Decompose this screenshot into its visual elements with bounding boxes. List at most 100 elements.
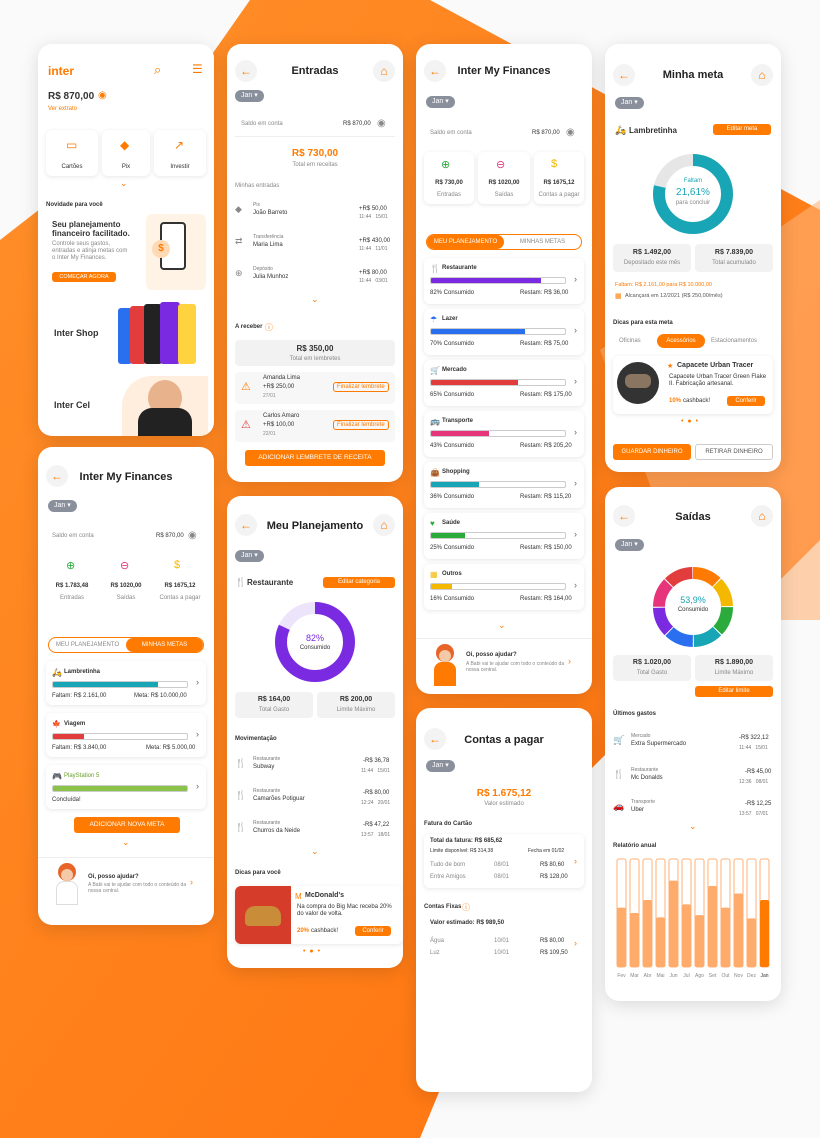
annual-bar[interactable] — [682, 904, 691, 967]
chevron-right-icon[interactable]: › — [574, 529, 577, 539]
annual-bar[interactable] — [643, 900, 652, 967]
planning-tabs[interactable]: MEU PLANEJAMENTO MINHAS METAS — [426, 234, 582, 250]
category-card[interactable]: 🛒 Mercado 65% Consumido Restam: R$ 175,00 › — [424, 360, 584, 406]
info-icon[interactable]: ⓘ — [265, 322, 273, 333]
list-item[interactable]: ◆ Pix João Barreto +R$ 50,00 11:44 15/01 — [235, 200, 395, 224]
info-icon[interactable]: ⓘ — [462, 902, 470, 913]
list-item[interactable]: 🚗 Transporte Uber -R$ 12,25 13:57 07/01 — [613, 797, 773, 821]
invoice-card[interactable]: Total da fatura: R$ 685,62 Limite dispon… — [424, 834, 584, 888]
tab-estacionamentos[interactable]: Estacionamentos — [711, 338, 757, 344]
goal-card[interactable]: 🎮 PlayStation 5 Concluída! › — [46, 765, 206, 809]
inter-shop-banner[interactable]: Inter Shop — [38, 298, 214, 366]
kpi-contas[interactable]: $ R$ 1675,12 Contas a pagar — [154, 553, 206, 605]
list-item[interactable]: ⊕ Depósito Julia Munhoz +R$ 80,00 11:44 … — [235, 264, 395, 288]
tab-acessorios[interactable]: Acessórios — [657, 334, 705, 348]
tip-tabs[interactable]: Oficinas Acessórios Estacionamentos — [613, 334, 773, 350]
list-item[interactable]: 🍴 Restaurante Camarões Potiguar -R$ 80,0… — [235, 786, 395, 810]
kpi-saidas[interactable]: ⊖ R$ 1020,00 Saídas — [478, 152, 530, 204]
kpi-saidas[interactable]: ⊖ R$ 1020,00 Saídas — [100, 553, 152, 605]
see-extract-link[interactable]: Ver extrato — [48, 106, 77, 112]
kpi-entradas[interactable]: ⊕ R$ 730,00 Entradas — [424, 152, 474, 204]
reminder-item[interactable]: ⚠ Carlos Amaro +R$ 100,00 22/01 Finaliza… — [235, 410, 395, 442]
annual-bar[interactable] — [695, 915, 704, 967]
reminder-item[interactable]: ⚠ Amanda Lima +R$ 250,00 27/01 Finalizar… — [235, 372, 395, 404]
chevron-down-icon[interactable]: ⌄ — [122, 837, 130, 848]
offer-button[interactable]: Conferir — [727, 396, 765, 406]
goal-card[interactable]: 🍁 Viagem Faltam: R$ 3.840,00 Meta: R$ 5.… — [46, 713, 206, 757]
goals-tabs[interactable]: MEU PLANEJAMENTO MINHAS METAS — [48, 637, 204, 653]
chevron-right-icon[interactable]: › — [574, 478, 577, 488]
category-card[interactable]: 👜 Shopping 36% Consumido Restam: R$ 115,20 › — [424, 462, 584, 508]
menu-icon[interactable]: ☰ — [192, 62, 203, 76]
action-cards[interactable]: ▭ Cartões — [46, 130, 98, 176]
list-item[interactable]: 🍴 Restaurante Subway -R$ 36,78 11:44 15/… — [235, 754, 395, 778]
chevron-right-icon[interactable]: › — [574, 274, 577, 284]
carousel-dots[interactable]: • ● • — [681, 418, 699, 425]
inter-cel-banner[interactable]: Inter Cel — [38, 374, 214, 436]
annual-bar[interactable] — [760, 900, 769, 967]
annual-bar[interactable] — [721, 907, 730, 967]
annual-bar[interactable] — [747, 918, 756, 967]
annual-bar[interactable] — [617, 907, 626, 967]
tab-goals[interactable]: MINHAS METAS — [126, 638, 203, 652]
chevron-down-icon[interactable]: ⌄ — [311, 294, 319, 305]
chevron-right-icon[interactable]: › — [574, 938, 577, 948]
month-select[interactable]: Jan ▾ — [235, 90, 264, 102]
home-icon[interactable]: ⌂ — [373, 514, 395, 536]
chevron-down-icon[interactable]: ⌄ — [689, 821, 697, 832]
list-item[interactable]: ⇄ Transferência Maria Lima +R$ 430,00 11… — [235, 232, 395, 256]
offer-button[interactable]: Conferir — [355, 926, 391, 936]
month-select[interactable]: Jan ▾ — [235, 550, 264, 562]
chevron-right-icon[interactable]: › — [574, 427, 577, 437]
annual-bar[interactable] — [734, 893, 743, 967]
chevron-right-icon[interactable]: › — [190, 877, 193, 887]
tab-oficinas[interactable]: Oficinas — [619, 338, 641, 344]
chevron-right-icon[interactable]: › — [196, 781, 199, 791]
chevron-right-icon[interactable]: › — [574, 580, 577, 590]
action-pix[interactable]: ◆ Pix — [102, 130, 150, 176]
chevron-right-icon[interactable]: › — [574, 325, 577, 335]
carousel-dots[interactable]: • ● • — [303, 948, 321, 955]
eye-icon[interactable]: ◉ — [98, 90, 107, 101]
category-card[interactable]: 🍴 Restaurante 82% Consumido Restam: R$ 36,0… — [424, 258, 584, 304]
kpi-entradas[interactable]: ⊕ R$ 1.783,48 Entradas — [46, 553, 98, 605]
annual-bar[interactable] — [656, 917, 665, 967]
category-card[interactable]: ☂ Lazer 70% Consumido Restam: R$ 75,00 › — [424, 309, 584, 355]
tab-goals[interactable]: MINHAS METAS — [504, 235, 581, 249]
chevron-down-icon[interactable]: ⌄ — [120, 178, 128, 189]
month-select[interactable]: Jan ▾ — [48, 500, 77, 512]
goal-card[interactable]: 🛵 Lambretinha Faltam: R$ 2.161,00 Meta: … — [46, 661, 206, 705]
edit-goal-button[interactable]: Editar meta — [713, 124, 771, 135]
add-reminder-button[interactable]: ADICIONAR LEMBRETE DE RECEITA — [245, 450, 385, 466]
home-icon[interactable]: ⌂ — [373, 60, 395, 82]
home-icon[interactable]: ⌂ — [751, 505, 773, 527]
finalize-reminder-button[interactable]: Finalizar lembrete — [333, 382, 389, 392]
chevron-right-icon[interactable]: › — [574, 856, 577, 866]
chevron-right-icon[interactable]: › — [196, 677, 199, 687]
search-icon[interactable]: ⌕ — [154, 62, 161, 78]
promo-cta-button[interactable]: COMEÇAR AGORA — [52, 272, 116, 282]
kpi-contas[interactable]: $ R$ 1675,12 Contas a pagar — [534, 152, 584, 204]
add-goal-button[interactable]: ADICIONAR NOVA META — [74, 817, 180, 833]
tab-planning[interactable]: MEU PLANEJAMENTO — [49, 638, 126, 652]
month-select[interactable]: Jan ▾ — [426, 760, 455, 772]
home-icon[interactable]: ⌂ — [751, 64, 773, 86]
chevron-right-icon[interactable]: › — [574, 376, 577, 386]
eye-icon[interactable]: ◉ — [377, 118, 386, 129]
month-select[interactable]: Jan ▾ — [615, 97, 644, 109]
offer-card[interactable]: ★ Capacete Urban Tracer Capacete Urban T… — [613, 356, 773, 414]
action-invest[interactable]: ↗ Investir — [154, 130, 206, 176]
tab-planning[interactable]: MEU PLANEJAMENTO — [427, 235, 504, 249]
eye-icon[interactable]: ◉ — [566, 127, 575, 138]
fixed-bills-card[interactable]: Valor estimado: R$ 989,50 Água 10/01 R$ … — [424, 916, 584, 968]
annual-bar[interactable] — [669, 880, 678, 967]
annual-bar[interactable] — [708, 886, 717, 967]
chevron-down-icon[interactable]: ⌄ — [311, 846, 319, 857]
category-card[interactable]: ▦ Outros 16% Consumido Restam: R$ 164,00 › — [424, 564, 584, 610]
edit-limit-button[interactable]: Editar limite — [695, 686, 773, 697]
withdraw-money-button[interactable]: RETIRAR DINHEIRO — [695, 444, 773, 460]
eye-icon[interactable]: ◉ — [188, 530, 197, 541]
category-card[interactable]: 🚌 Transporte 43% Consumido Restam: R$ 205,2… — [424, 411, 584, 457]
category-card[interactable]: ♥ Saúde 25% Consumido Restam: R$ 150,00 › — [424, 513, 584, 559]
chevron-right-icon[interactable]: › — [196, 729, 199, 739]
